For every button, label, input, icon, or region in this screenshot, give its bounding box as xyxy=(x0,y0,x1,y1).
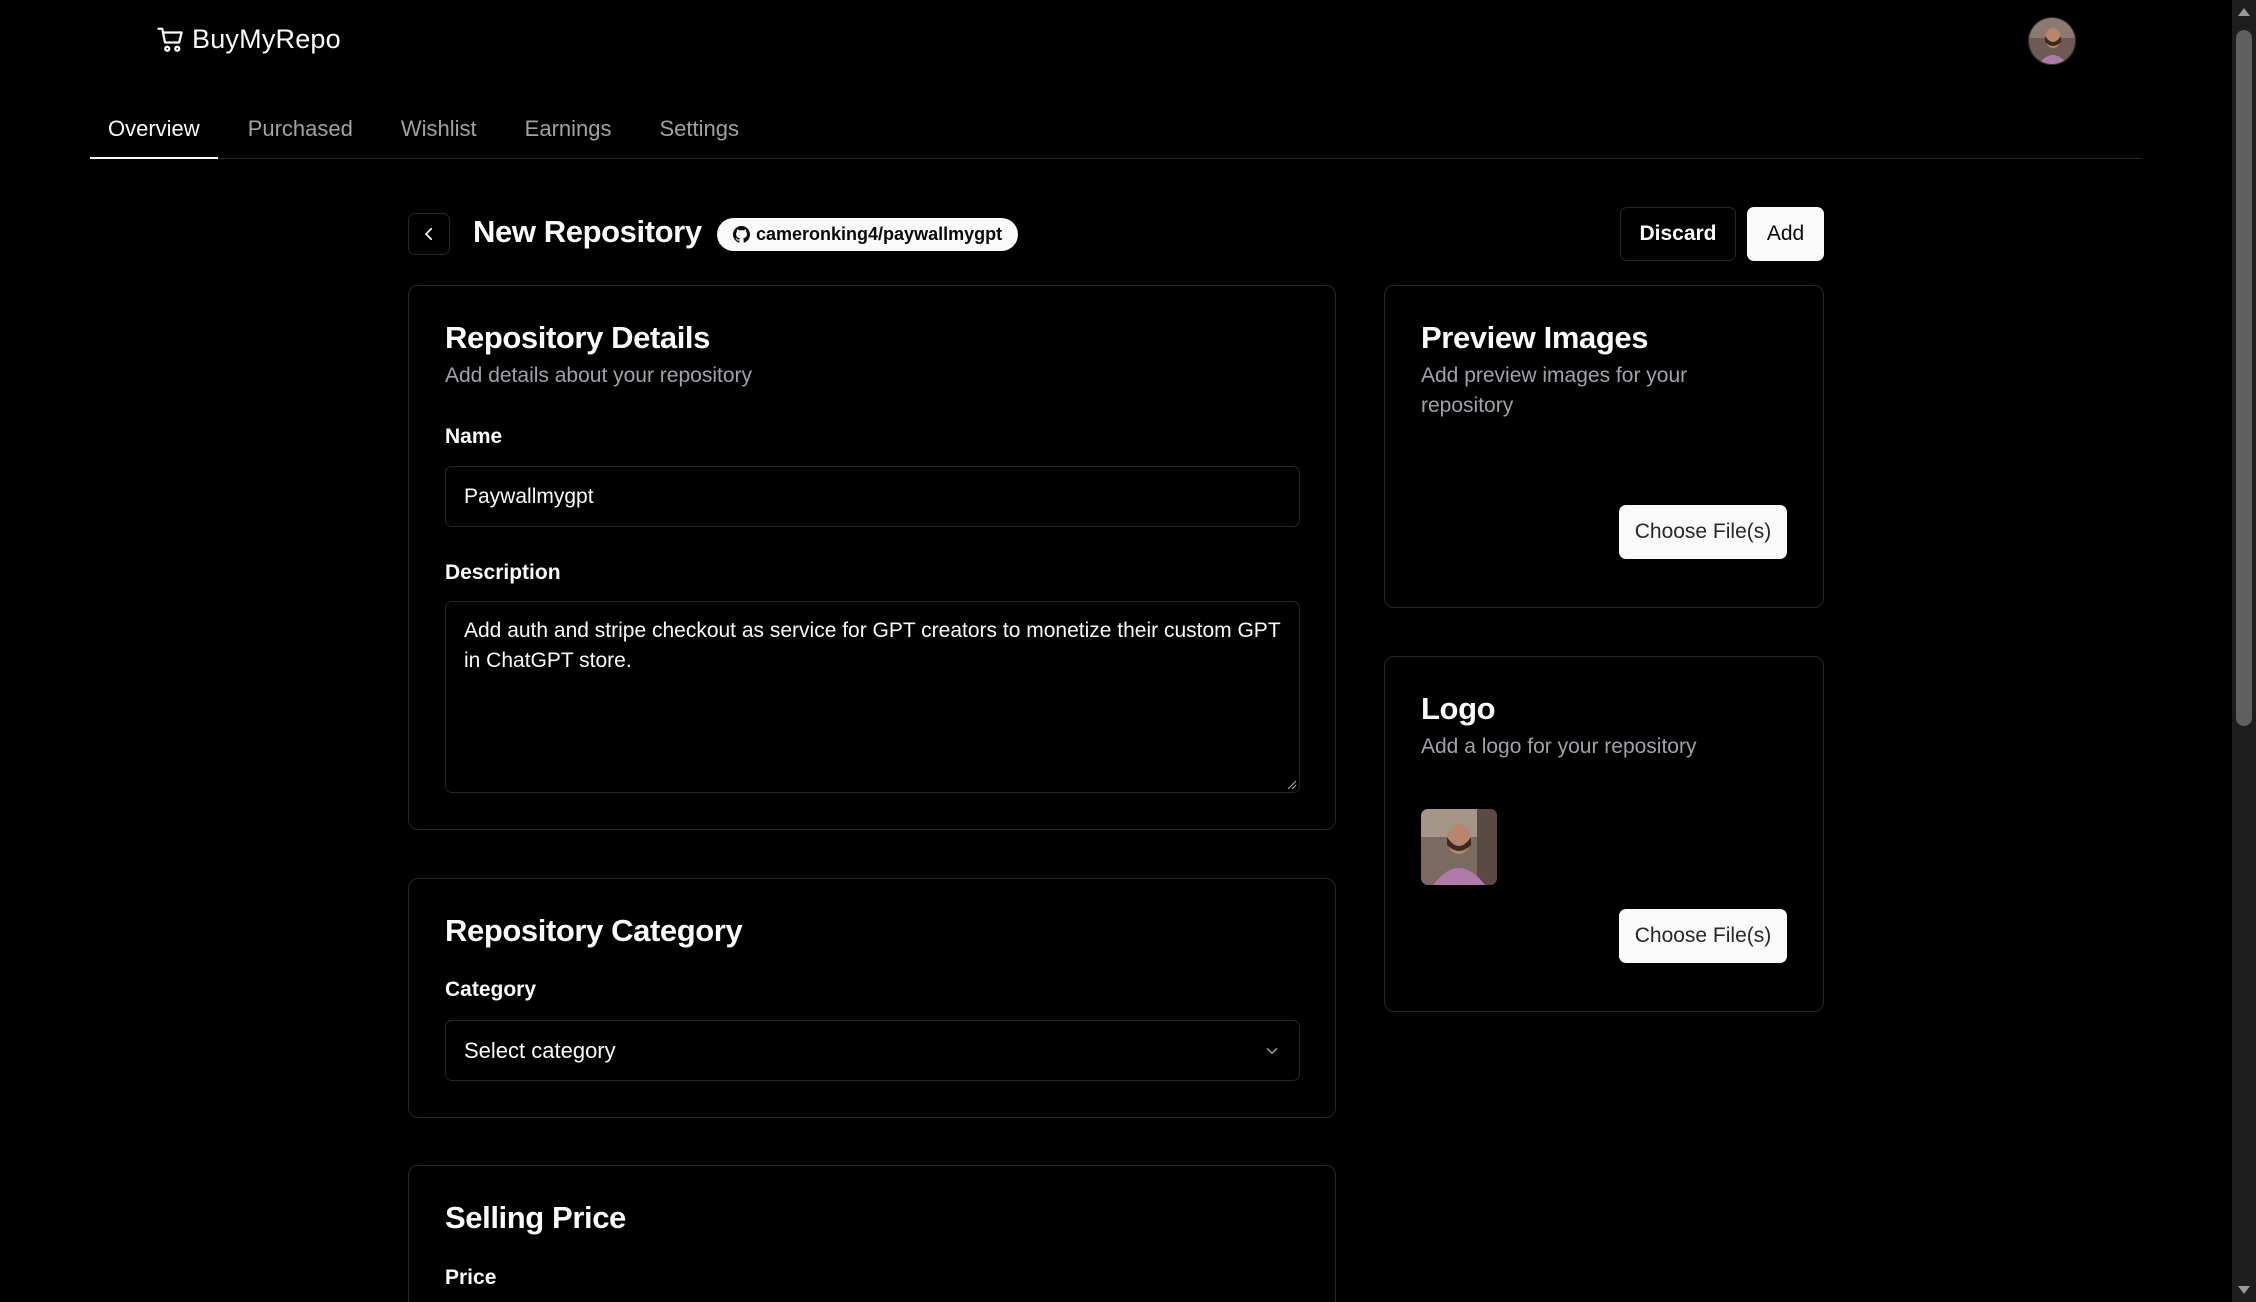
brand-logo[interactable]: BuyMyRepo xyxy=(156,24,341,55)
logo-card: Logo Add a logo for your repository Choo… xyxy=(1384,656,1824,1012)
cart-icon xyxy=(157,27,183,52)
github-icon xyxy=(733,226,750,243)
price-label: Price xyxy=(445,1266,497,1289)
preview-images-card: Preview Images Add preview images for yo… xyxy=(1384,285,1824,608)
card-title: Preview Images xyxy=(1421,320,1649,355)
tab-settings[interactable]: Settings xyxy=(642,104,758,159)
card-description: Add details about your repository xyxy=(445,364,753,387)
category-label: Category xyxy=(445,978,537,1001)
tab-earnings[interactable]: Earnings xyxy=(507,104,630,159)
chevron-down-icon xyxy=(1266,1047,1278,1054)
description-text: Add auth and stripe checkout as service … xyxy=(464,619,1281,672)
brand-name: BuyMyRepo xyxy=(192,24,341,54)
tab-wishlist[interactable]: Wishlist xyxy=(383,104,495,159)
logo-preview-image xyxy=(1421,809,1497,885)
category-select-value: Select category xyxy=(464,1037,616,1063)
logo-photo xyxy=(1421,809,1497,885)
scroll-down-arrow-icon[interactable] xyxy=(2238,1286,2250,1294)
repository-details-card: Repository Details Add details about you… xyxy=(408,285,1336,830)
name-input[interactable]: Paywallmygpt xyxy=(445,466,1300,527)
card-title: Selling Price xyxy=(445,1200,626,1235)
choose-preview-files-button[interactable]: Choose File(s) xyxy=(1619,505,1787,559)
card-title: Logo xyxy=(1421,691,1496,726)
tab-purchased[interactable]: Purchased xyxy=(230,104,371,159)
card-title: Repository Details xyxy=(445,320,710,355)
name-label: Name xyxy=(445,425,503,448)
tab-overview[interactable]: Overview xyxy=(90,104,218,159)
back-button[interactable] xyxy=(408,213,450,255)
description-textarea[interactable]: Add auth and stripe checkout as service … xyxy=(445,601,1300,793)
chevron-left-icon xyxy=(425,227,433,241)
selling-price-card: Selling Price Price xyxy=(408,1165,1336,1302)
scrollbar-thumb[interactable] xyxy=(2236,30,2252,726)
card-description: Add a logo for your repository xyxy=(1421,735,1697,758)
main-tabs: Overview Purchased Wishlist Earnings Set… xyxy=(90,104,2142,159)
page: BuyMyRepo Overview Purchased Wishlist Ea… xyxy=(0,0,2232,1302)
resize-grip-icon[interactable] xyxy=(1285,778,1297,790)
card-description: Add preview images for your repository xyxy=(1421,364,1688,417)
repository-category-card: Repository Category Category Select cate… xyxy=(408,878,1336,1118)
discard-button[interactable]: Discard xyxy=(1620,207,1736,261)
avatar-photo xyxy=(2029,18,2075,64)
page-title: New Repository xyxy=(473,214,702,249)
scroll-up-arrow-icon[interactable] xyxy=(2238,8,2250,16)
repo-badge-label: cameronking4/paywallmygpt xyxy=(756,224,1003,244)
repo-badge[interactable]: cameronking4/paywallmygpt xyxy=(717,218,1019,251)
category-select[interactable]: Select category xyxy=(445,1020,1300,1081)
add-button[interactable]: Add xyxy=(1747,207,1824,261)
card-title: Repository Category xyxy=(445,913,743,948)
choose-logo-files-button[interactable]: Choose File(s) xyxy=(1619,909,1787,963)
user-avatar[interactable] xyxy=(2028,17,2076,65)
page-scrollbar[interactable] xyxy=(2232,0,2256,1302)
description-label: Description xyxy=(445,561,561,584)
